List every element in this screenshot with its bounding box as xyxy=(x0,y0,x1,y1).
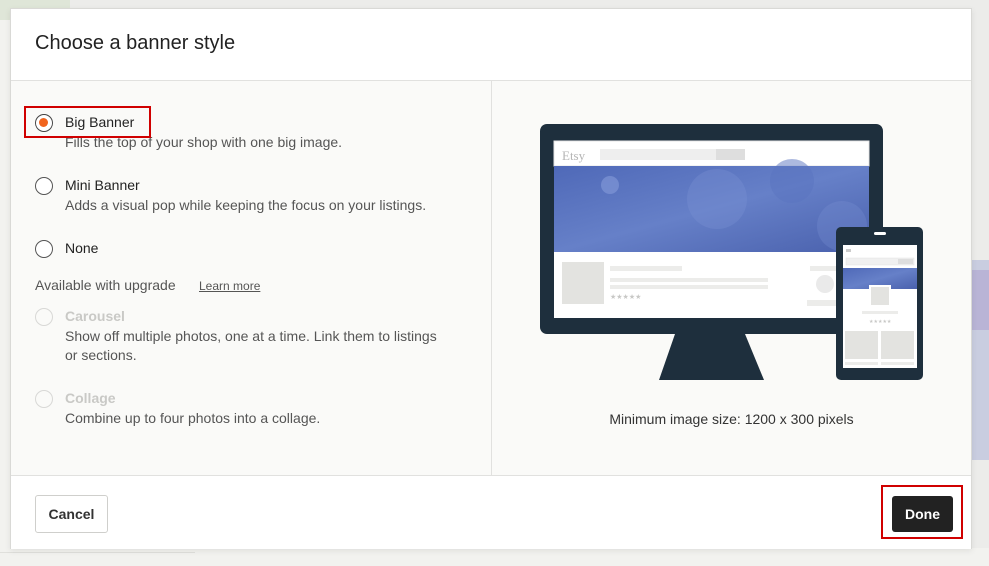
svg-text:★★★★★: ★★★★★ xyxy=(610,293,641,301)
banner-preview-panel: Etsy ★★★★★ ★★★★★ Minimum image size: 120… xyxy=(492,81,971,475)
option-description: Adds a visual pop while keeping the focu… xyxy=(65,197,427,213)
highlight-box-done xyxy=(881,485,963,539)
minimum-size-text: Minimum image size: 1200 x 300 pixels xyxy=(609,411,854,427)
option-description: Show off multiple photos, one at a time.… xyxy=(65,328,437,363)
upgrade-section-label: Available with upgrade xyxy=(35,277,176,293)
desktop-monitor-icon: Etsy ★★★★★ xyxy=(540,124,883,380)
banner-style-modal: Choose a banner style Big Banner Fills t… xyxy=(10,8,972,549)
option-label: Collage xyxy=(65,390,116,406)
preview-brand-text: Etsy xyxy=(562,148,586,163)
background-page-bottom xyxy=(0,548,989,566)
option-label: Mini Banner xyxy=(65,177,140,193)
highlight-box-big-banner xyxy=(24,106,151,138)
option-label: None xyxy=(65,240,99,256)
banner-preview-illustration: Etsy ★★★★★ ★★★★★ xyxy=(540,124,923,380)
modal-body: Big Banner Fills the top of your shop wi… xyxy=(11,81,971,475)
radio-none[interactable] xyxy=(35,240,53,258)
modal-header: Choose a banner style xyxy=(11,9,971,81)
radio-carousel xyxy=(35,308,53,326)
mobile-phone-icon: ★★★★★ xyxy=(836,227,923,380)
svg-text:★★★★★: ★★★★★ xyxy=(869,319,892,325)
learn-more-link[interactable]: Learn more xyxy=(199,279,260,293)
option-label: Carousel xyxy=(65,308,125,324)
option-description: Combine up to four photos into a collage… xyxy=(65,410,321,426)
banner-options-panel: Big Banner Fills the top of your shop wi… xyxy=(11,81,492,475)
cancel-button[interactable]: Cancel xyxy=(35,495,108,533)
background-page-right-image xyxy=(970,270,989,330)
radio-collage xyxy=(35,390,53,408)
modal-footer: Cancel Done xyxy=(11,475,971,549)
background-divider xyxy=(0,552,195,553)
modal-title: Choose a banner style xyxy=(35,32,236,54)
radio-mini-banner[interactable] xyxy=(35,177,53,195)
